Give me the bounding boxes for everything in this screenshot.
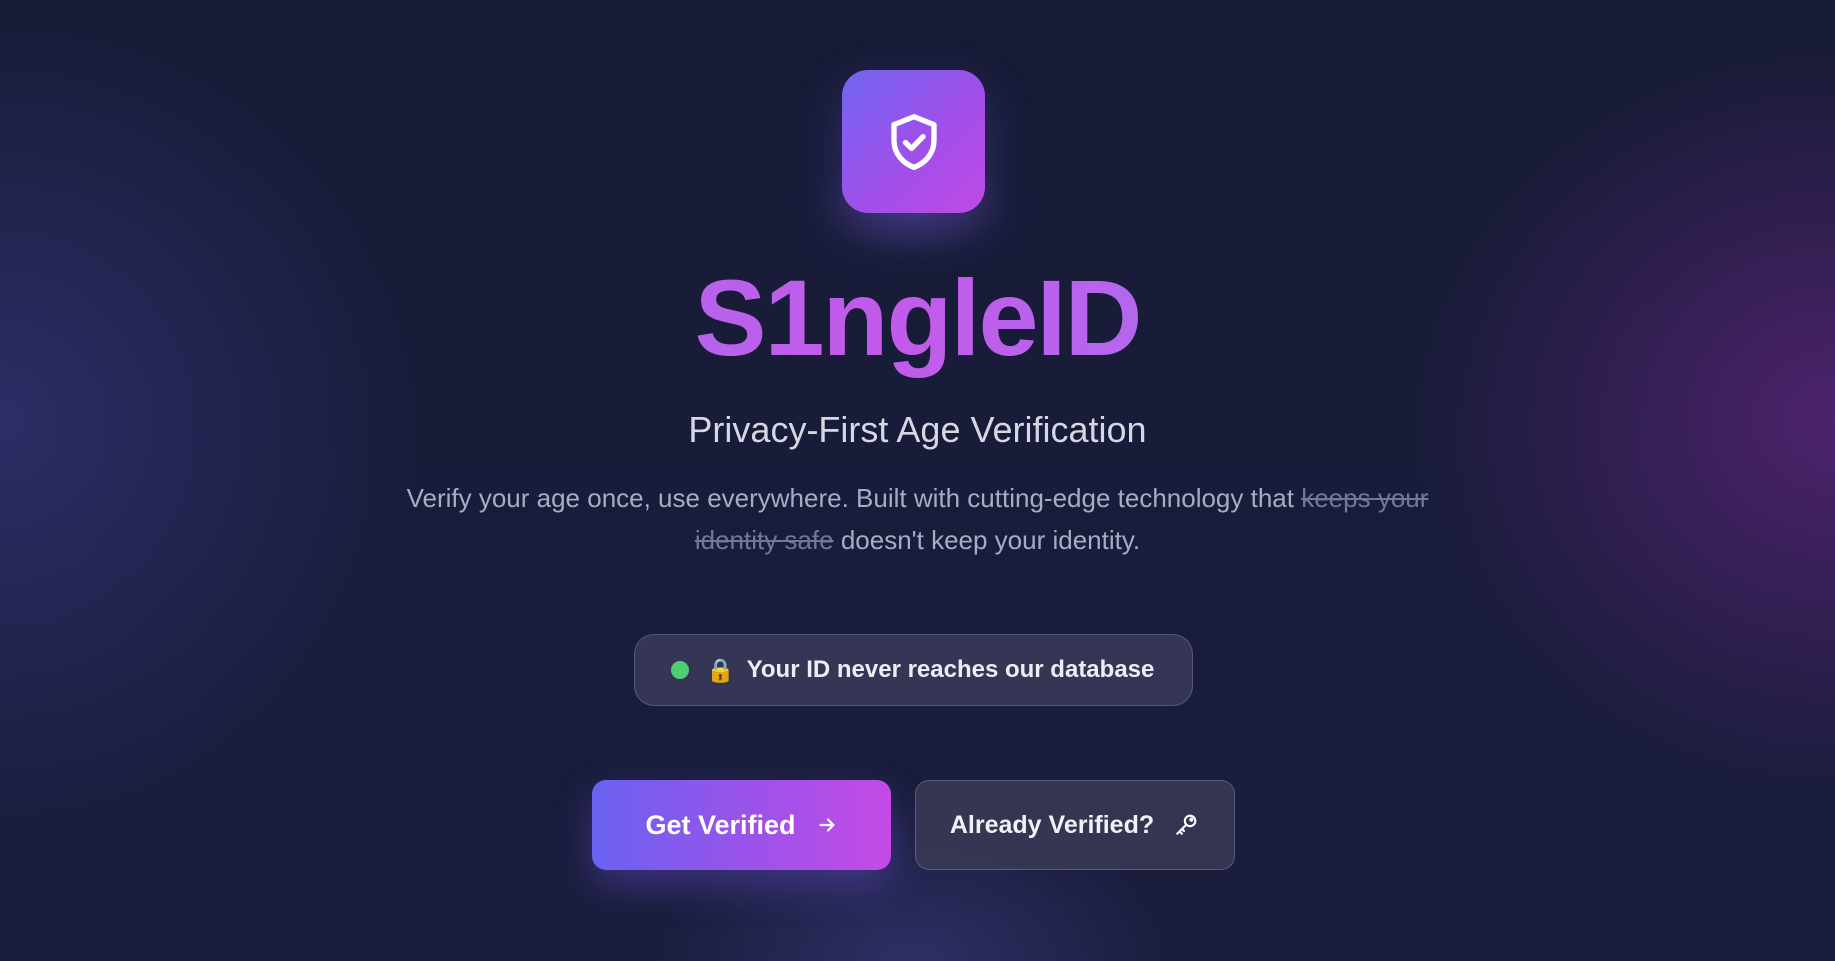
key-icon: [1172, 811, 1200, 839]
status-badge-text: Your ID never reaches our database: [746, 656, 1155, 683]
shield-check-icon: [882, 110, 946, 174]
hero-section: S1ngleID Privacy-First Age Verification …: [0, 0, 1835, 961]
get-verified-button[interactable]: Get Verified: [592, 780, 891, 870]
already-verified-button[interactable]: Already Verified?: [915, 780, 1235, 870]
app-title: S1ngleID: [0, 255, 1835, 380]
page-description: Verify your age once, use everywhere. Bu…: [380, 477, 1455, 561]
description-lead: Verify your age once, use everywhere. Bu…: [406, 483, 1294, 513]
description-tail: doesn't keep your identity.: [840, 525, 1141, 555]
app-logo: [842, 70, 985, 213]
already-verified-label: Already Verified?: [949, 810, 1155, 839]
page-subtitle: Privacy-First Age Verification: [688, 409, 1147, 450]
arrow-right-icon: [816, 814, 838, 836]
get-verified-label: Get Verified: [645, 809, 796, 840]
status-dot-icon: [671, 661, 689, 679]
privacy-status-badge: 🔒 Your ID never reaches our database: [634, 634, 1193, 706]
lock-icon: 🔒: [706, 656, 735, 683]
